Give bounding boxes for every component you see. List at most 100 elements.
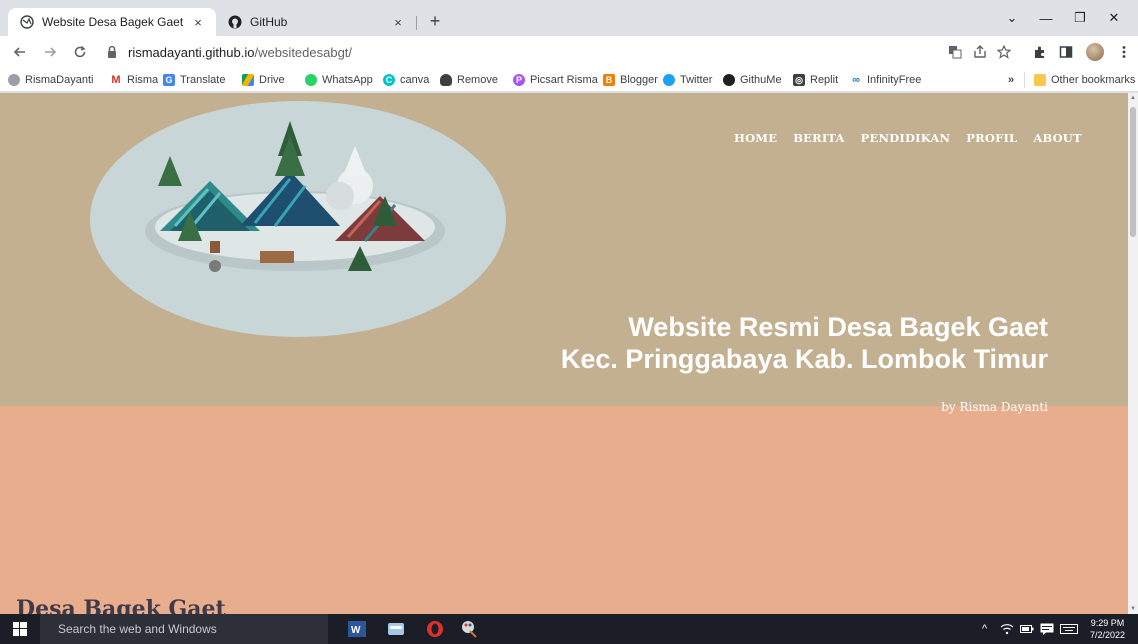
bookmark-item[interactable]: Drive bbox=[242, 72, 285, 88]
tab-title: GitHub bbox=[250, 15, 288, 29]
battery-icon[interactable] bbox=[1020, 614, 1034, 644]
reload-icon bbox=[74, 45, 86, 58]
wifi-icon[interactable] bbox=[1000, 614, 1014, 644]
blogger-icon: B bbox=[603, 74, 615, 86]
arrow-left-icon bbox=[13, 47, 25, 57]
bookmark-item[interactable]: B Blogger bbox=[603, 72, 658, 88]
bookmark-item[interactable]: G Translate bbox=[163, 72, 225, 88]
bookmark-label: Risma bbox=[127, 74, 159, 86]
gmail-icon: M bbox=[110, 74, 122, 86]
paint-app-icon[interactable] bbox=[457, 617, 481, 641]
taskbar-clock[interactable]: 9:29 PM 7/2/2022 bbox=[1090, 617, 1125, 641]
minimize-button[interactable]: — bbox=[1034, 6, 1058, 30]
tab-github[interactable]: GitHub × bbox=[216, 8, 416, 36]
byline: by Risma Dayanti bbox=[941, 400, 1048, 414]
other-bookmarks-label: Other bookmarks bbox=[1051, 74, 1136, 86]
side-panel-icon[interactable] bbox=[1056, 42, 1076, 62]
forward-button[interactable] bbox=[38, 40, 62, 64]
tab-divider bbox=[416, 16, 417, 30]
bookmark-item[interactable]: P Picsart Risma bbox=[513, 72, 598, 88]
back-button[interactable] bbox=[8, 40, 32, 64]
twitter-icon bbox=[663, 74, 675, 86]
github-icon bbox=[723, 74, 735, 86]
keyboard-icon[interactable] bbox=[1060, 614, 1078, 644]
clock-date: 7/2/2022 bbox=[1090, 630, 1126, 640]
nav-home[interactable]: HOME bbox=[734, 131, 777, 145]
bookmark-item[interactable]: Ccanva bbox=[383, 72, 429, 88]
hero-section: HOME BERITA PENDIDIKAN PROFIL ABOUT Webs… bbox=[0, 93, 1128, 406]
close-window-button[interactable]: ✕ bbox=[1102, 6, 1126, 30]
bookmark-item[interactable]: Twitter bbox=[663, 72, 712, 88]
profile-avatar[interactable] bbox=[1086, 43, 1104, 61]
scroll-up-icon[interactable]: ▲ bbox=[1128, 93, 1138, 103]
word-app-icon[interactable]: W bbox=[345, 617, 369, 641]
lock-icon bbox=[106, 45, 120, 59]
tray-overflow-button[interactable]: ^ bbox=[982, 614, 987, 644]
bookmark-item[interactable]: ∞ InfinityFree bbox=[850, 72, 921, 88]
bookmark-label: Remove bbox=[457, 74, 498, 86]
windows-taskbar: Search the web and Windows W ^ 9:29 PM 7… bbox=[0, 614, 1138, 644]
nav-berita[interactable]: BERITA bbox=[793, 131, 844, 145]
hero-illustration bbox=[90, 101, 506, 337]
url-host: rismadayanti.github.io bbox=[128, 44, 255, 60]
start-button[interactable] bbox=[0, 614, 40, 644]
bookmark-label: Twitter bbox=[680, 74, 713, 86]
nav-profil[interactable]: PROFIL bbox=[966, 131, 1017, 145]
address-bar[interactable]: rismadayanti.github.io/websitedesabgt/ bbox=[100, 39, 960, 65]
translate-page-icon[interactable] bbox=[945, 42, 965, 62]
tab-website-desa[interactable]: Website Desa Bagek Gaet × bbox=[8, 8, 216, 36]
clock-time: 9:29 PM bbox=[1090, 618, 1125, 628]
bookmark-item[interactable]: RismaDayanti bbox=[8, 72, 93, 88]
file-manager-icon[interactable] bbox=[384, 617, 408, 641]
translate-icon: G bbox=[163, 74, 175, 86]
bookmark-label: RismaDayanti bbox=[25, 74, 94, 86]
notification-icon[interactable] bbox=[1040, 614, 1054, 644]
taskbar-search-input[interactable]: Search the web and Windows bbox=[40, 614, 328, 644]
bookmark-item[interactable]: Remove bbox=[440, 72, 498, 88]
other-bookmarks-button[interactable]: Other bookmarks bbox=[1034, 72, 1135, 88]
scroll-thumb[interactable] bbox=[1130, 107, 1136, 237]
headline-line-1: Website Resmi Desa Bagek Gaet bbox=[628, 312, 1048, 342]
bookmark-label: Picsart Risma bbox=[530, 74, 598, 86]
section-title: Desa Bagek Gaet bbox=[16, 596, 226, 614]
infinity-icon: ∞ bbox=[850, 74, 862, 86]
extensions-icon[interactable] bbox=[1030, 42, 1050, 62]
bookmark-label: GithuMe bbox=[740, 74, 782, 86]
tab-search-button[interactable]: ⌄ bbox=[1000, 6, 1024, 30]
site-nav: HOME BERITA PENDIDIKAN PROFIL ABOUT bbox=[734, 131, 1082, 145]
canva-icon: C bbox=[383, 74, 395, 86]
share-icon[interactable] bbox=[970, 42, 990, 62]
url-path: /websitedesabgt/ bbox=[254, 44, 353, 60]
scroll-down-icon[interactable]: ▼ bbox=[1128, 604, 1138, 614]
bookmarks-overflow-button[interactable]: » bbox=[1008, 72, 1014, 88]
svg-text:W: W bbox=[351, 625, 361, 636]
close-tab-icon[interactable]: × bbox=[190, 14, 206, 30]
bookmark-item[interactable]: ◎ Replit bbox=[793, 72, 838, 88]
bookmark-star-icon[interactable] bbox=[994, 42, 1014, 62]
bookmark-label: Replit bbox=[810, 74, 839, 86]
bookmark-label: Blogger bbox=[620, 74, 658, 86]
web-page: HOME BERITA PENDIDIKAN PROFIL ABOUT Webs… bbox=[0, 93, 1128, 614]
bookmark-label: InfinityFree bbox=[867, 74, 922, 86]
hero-headline: Website Resmi Desa Bagek Gaet Kec. Pring… bbox=[561, 311, 1048, 375]
bookmark-item[interactable]: GithuMe bbox=[723, 72, 782, 88]
nav-pendidikan[interactable]: PENDIDIKAN bbox=[861, 131, 951, 145]
opera-icon[interactable] bbox=[423, 617, 447, 641]
menu-kebab-icon[interactable] bbox=[1114, 42, 1134, 62]
page-scrollbar[interactable]: ▲ ▼ bbox=[1128, 93, 1138, 614]
github-icon bbox=[228, 15, 242, 29]
camp-illustration bbox=[145, 121, 445, 272]
new-tab-button[interactable]: + bbox=[424, 10, 446, 32]
close-tab-icon[interactable]: × bbox=[390, 14, 406, 30]
restore-button[interactable]: ❐ bbox=[1068, 6, 1092, 30]
nav-about[interactable]: ABOUT bbox=[1033, 131, 1081, 145]
bookmark-label: WhatsApp bbox=[322, 74, 373, 86]
arrow-right-icon bbox=[45, 47, 57, 57]
bookmark-item[interactable]: WhatsApp bbox=[305, 72, 373, 88]
windows-logo-icon bbox=[13, 622, 27, 636]
screen: Website Desa Bagek Gaet × GitHub × + ⌄ —… bbox=[0, 0, 1138, 644]
headline-line-2: Kec. Pringgabaya Kab. Lombok Timur bbox=[560, 344, 1048, 374]
picsart-icon: P bbox=[513, 74, 525, 86]
reload-button[interactable] bbox=[68, 40, 92, 64]
bookmark-item[interactable]: M Risma bbox=[110, 72, 158, 88]
